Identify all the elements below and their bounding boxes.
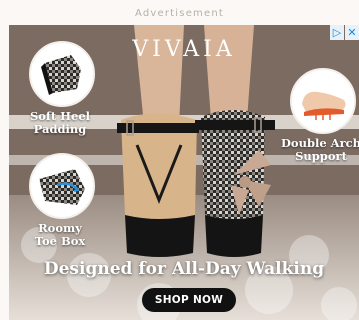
double-arch-label: Double Arch Support bbox=[280, 136, 359, 163]
ad-banner[interactable]: VIVAIA ▷ ✕ Soft Heel Padding Roomy Toe B… bbox=[9, 25, 359, 320]
soft-heel-badge bbox=[29, 41, 95, 107]
double-arch-badge bbox=[290, 68, 356, 134]
ad-headline: Designed for All-Day Walking bbox=[43, 259, 325, 279]
advertisement-label: Advertisement bbox=[134, 8, 224, 19]
soft-heel-label: Soft Heel Padding bbox=[29, 109, 91, 136]
adchoices[interactable]: ▷ ✕ bbox=[330, 25, 359, 40]
toe-box-icon bbox=[31, 155, 93, 217]
roomy-toe-label: Roomy Toe Box bbox=[34, 221, 86, 248]
close-icon[interactable]: ✕ bbox=[345, 25, 359, 40]
roomy-toe-badge bbox=[29, 153, 95, 219]
shop-now-button[interactable]: SHOP NOW bbox=[142, 288, 236, 312]
shoe-heel-icon bbox=[31, 43, 93, 105]
adchoices-info-icon[interactable]: ▷ bbox=[330, 25, 344, 40]
foot-arch-icon bbox=[292, 70, 354, 132]
